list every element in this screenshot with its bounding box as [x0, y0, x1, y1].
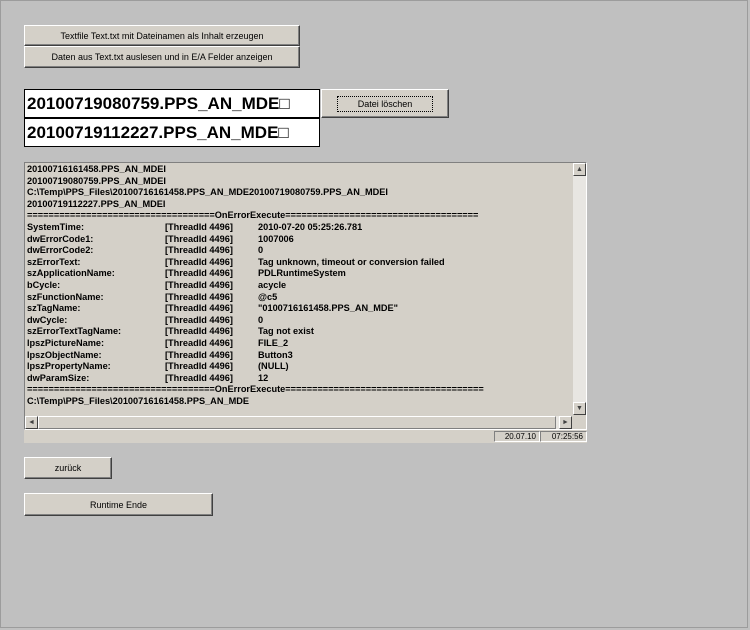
scroll-right-arrow-icon[interactable]: ►: [559, 416, 572, 429]
delete-file-button[interactable]: Datei löschen: [321, 89, 449, 118]
log-entry-value: 12: [258, 372, 269, 383]
log-status-bar: 20.07.10 07:25:56: [24, 430, 587, 443]
delete-file-label: Datei löschen: [336, 95, 434, 112]
log-entry-key: szErrorTextTagName:: [27, 326, 122, 337]
log-text-area[interactable]: 20100716161458.PPS_AN_MDEI 20100719080759…: [27, 164, 572, 416]
horizontal-scrollbar[interactable]: ◄ ►: [25, 416, 572, 429]
log-line: 20100716161458.PPS_AN_MDEI: [27, 164, 166, 174]
log-entry-thread: [ThreadId 4496]: [165, 337, 233, 348]
back-label: zurück: [54, 463, 82, 473]
log-entry-row: dwErrorCode1: [ThreadId 4496] 1007006: [27, 234, 572, 246]
log-entry-value: 0: [258, 245, 264, 256]
log-entry-thread: [ThreadId 4496]: [165, 361, 233, 372]
log-entry-value: @c5: [258, 291, 278, 302]
scroll-up-arrow-icon[interactable]: ▲: [573, 163, 586, 176]
filename-io-field-1[interactable]: 20100719080759.PPS_AN_MDE□: [24, 89, 320, 118]
log-entry-row: lpszPictureName: [ThreadId 4496] FILE_2: [27, 338, 572, 350]
log-entry-key: dwParamSize:: [27, 372, 90, 383]
log-entry-thread: [ThreadId 4496]: [165, 268, 233, 279]
log-entry-thread: [ThreadId 4496]: [165, 303, 233, 314]
diagnostics-log-panel[interactable]: 20100716161458.PPS_AN_MDEI 20100719080759…: [24, 162, 587, 430]
log-line: C:\Temp\PPS_Files\20100716161458.PPS_AN_…: [27, 187, 388, 198]
log-line: ===================================OnErr…: [27, 210, 479, 221]
filename-io-field-2[interactable]: 20100719112227.PPS_AN_MDE□: [24, 118, 320, 147]
scrollbar-corner: [572, 416, 586, 429]
status-time: 07:25:56: [540, 431, 587, 442]
log-entry-thread: [ThreadId 4496]: [165, 279, 233, 290]
read-textfile-label: Daten aus Text.txt auslesen und in E/A F…: [51, 52, 273, 62]
scroll-down-arrow-icon[interactable]: ▼: [573, 402, 586, 415]
runtime-end-label: Runtime Ende: [89, 499, 148, 510]
runtime-end-button[interactable]: Runtime Ende: [24, 493, 213, 516]
log-entry-row: dwCycle: [ThreadId 4496] 0: [27, 315, 572, 327]
log-entry-thread: [ThreadId 4496]: [165, 233, 233, 244]
log-entry-key: lpszPictureName:: [27, 337, 105, 348]
log-line: ===================================OnErr…: [27, 384, 484, 395]
log-entry-value: 1007006: [258, 233, 294, 244]
log-entry-row: szApplicationName: [ThreadId 4496] PDLRunt…: [27, 268, 572, 280]
log-entry-key: dwErrorCode2:: [27, 245, 94, 256]
vertical-scrollbar[interactable]: ▲ ▼: [572, 163, 586, 415]
log-entry-value: 0: [258, 314, 264, 325]
log-entry-row: szErrorText: [ThreadId 4496] Tag unknown, …: [27, 257, 572, 269]
filename-io-field-2-value: 20100719112227.PPS_AN_MDE□: [27, 122, 289, 142]
log-entry-thread: [ThreadId 4496]: [165, 245, 233, 256]
log-header-lines: 20100716161458.PPS_AN_MDEI 20100719080759…: [27, 164, 572, 222]
log-entry-value: PDLRuntimeSystem: [258, 268, 346, 279]
read-textfile-button[interactable]: Daten aus Text.txt auslesen und in E/A F…: [24, 46, 300, 68]
log-entry-key: dwErrorCode1:: [27, 233, 94, 244]
log-entry-thread: [ThreadId 4496]: [165, 349, 233, 360]
log-entry-thread: [ThreadId 4496]: [165, 221, 233, 232]
create-textfile-button[interactable]: Textfile Text.txt mit Dateinamen als Inh…: [24, 25, 300, 46]
log-entry-value: "0100716161458.PPS_AN_MDE": [258, 303, 398, 314]
log-entry-row: bCycle: [ThreadId 4496] acycle: [27, 280, 572, 292]
status-date: 20.07.10: [494, 431, 540, 442]
log-entry-value: acycle: [258, 279, 287, 290]
create-textfile-label: Textfile Text.txt mit Dateinamen als Inh…: [60, 30, 264, 41]
log-entry-value: Button3: [258, 349, 293, 360]
log-entries: SystemTime: [ThreadId 4496] 2010-07-20 05:…: [27, 222, 572, 384]
runtime-screen: Textfile Text.txt mit Dateinamen als Inh…: [0, 0, 748, 628]
log-entry-value: (NULL): [258, 361, 289, 372]
log-footer-lines: ===================================OnErr…: [27, 384, 572, 407]
log-entry-key: lpszObjectName:: [27, 349, 102, 360]
log-entry-row: dwErrorCode2: [ThreadId 4496] 0: [27, 245, 572, 257]
log-entry-thread: [ThreadId 4496]: [165, 291, 233, 302]
log-entry-key: bCycle:: [27, 279, 61, 290]
back-button[interactable]: zurück: [24, 457, 112, 479]
log-entry-value: Tag unknown, timeout or conversion faile…: [258, 256, 445, 267]
filename-io-field-1-value: 20100719080759.PPS_AN_MDE□: [27, 93, 290, 113]
log-entry-row: szErrorTextTagName: [ThreadId 4496] Tag no…: [27, 326, 572, 338]
log-entry-key: szApplicationName:: [27, 268, 115, 279]
log-entry-key: lpszPropertyName:: [27, 361, 111, 372]
log-line: 20100719112227.PPS_AN_MDEI: [27, 198, 166, 209]
log-line: C:\Temp\PPS_Files\20100716161458.PPS_AN_…: [27, 395, 249, 406]
log-entry-key: SystemTime:: [27, 221, 85, 232]
log-entry-key: szFunctionName:: [27, 291, 104, 302]
log-entry-key: szTagName:: [27, 303, 81, 314]
log-entry-key: szErrorText:: [27, 256, 81, 267]
log-entry-thread: [ThreadId 4496]: [165, 314, 233, 325]
log-entry-thread: [ThreadId 4496]: [165, 326, 233, 337]
log-entry-row: SystemTime: [ThreadId 4496] 2010-07-20 05:…: [27, 222, 572, 234]
log-entry-row: lpszPropertyName: [ThreadId 4496] (NULL): [27, 361, 572, 373]
log-entry-value: FILE_2: [258, 337, 289, 348]
log-entry-key: dwCycle:: [27, 314, 68, 325]
log-entry-value: 2010-07-20 05:25:26.781: [258, 221, 363, 232]
log-entry-row: szFunctionName: [ThreadId 4496] @c5: [27, 292, 572, 304]
log-entry-row: szTagName: [ThreadId 4496] "0100716161458.…: [27, 303, 572, 315]
log-entry-thread: [ThreadId 4496]: [165, 372, 233, 383]
log-entry-row: dwParamSize: [ThreadId 4496] 12: [27, 373, 572, 385]
log-entry-value: Tag not exist: [258, 326, 314, 337]
log-entry-row: lpszObjectName: [ThreadId 4496] Button3: [27, 350, 572, 362]
log-entry-thread: [ThreadId 4496]: [165, 256, 233, 267]
scroll-left-arrow-icon[interactable]: ◄: [25, 416, 38, 429]
log-line: 20100719080759.PPS_AN_MDEI: [27, 175, 166, 186]
horizontal-scroll-thumb[interactable]: [38, 416, 556, 429]
